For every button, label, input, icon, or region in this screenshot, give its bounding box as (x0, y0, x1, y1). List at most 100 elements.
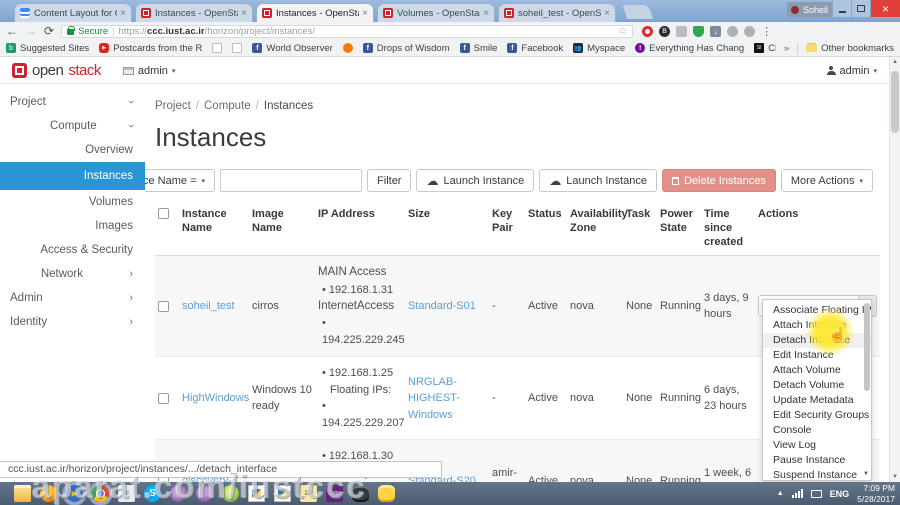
sidebar-item-compute[interactable]: Compute › (0, 114, 145, 138)
bookmark-item-2[interactable] (212, 43, 223, 53)
python-file-2-icon[interactable] (274, 485, 291, 502)
python-file-1-icon[interactable] (248, 485, 265, 502)
opera-icon[interactable] (642, 25, 654, 37)
sidebar-item-access-security[interactable]: Access & Security (0, 238, 145, 262)
bookmark-item-11[interactable]: Click the squares to n (754, 43, 776, 54)
scrollbar-thumb[interactable] (891, 71, 899, 133)
sidebar-item-network[interactable]: Network › (0, 262, 145, 286)
close-tab-icon[interactable]: × (362, 8, 368, 19)
netscan-icon[interactable] (118, 485, 135, 502)
maximize-button[interactable] (851, 0, 870, 17)
chrome-icon[interactable] (92, 485, 109, 502)
skype-icon[interactable] (144, 485, 161, 502)
language-indicator[interactable]: ENG (830, 489, 850, 499)
download-manager-icon[interactable] (710, 25, 722, 37)
bookmark-item-5[interactable] (342, 43, 353, 53)
more-actions-button[interactable]: More Actions ▾ (780, 169, 873, 192)
shield-icon[interactable] (693, 25, 705, 37)
new-tab-button[interactable] (622, 5, 654, 19)
menu-item-pause-instance[interactable]: Pause Instance (763, 453, 871, 468)
menu-item-view-log[interactable]: View Log (763, 438, 871, 453)
sidebar-item-identity[interactable]: Identity › (0, 310, 145, 334)
openstack-logo[interactable]: open stack (12, 62, 101, 79)
size-link[interactable]: Standard-S01 (408, 300, 476, 312)
screenshot-icon[interactable] (676, 25, 688, 37)
tab-4[interactable]: soheil_test - OpenStack× (498, 3, 616, 22)
purple-app-1-icon[interactable] (170, 485, 187, 502)
row-checkbox[interactable] (158, 300, 169, 312)
bookmark-item-6[interactable]: Drops of Wisdom (362, 43, 450, 54)
sidebar-item-project[interactable]: Project › (0, 90, 145, 114)
filter-input[interactable] (220, 169, 363, 192)
select-all-checkbox[interactable] (158, 208, 169, 219)
menu-item-console[interactable]: Console (763, 423, 871, 438)
tab-2[interactable]: Instances - OpenStack D× (256, 3, 374, 22)
firefox-icon[interactable] (40, 485, 57, 502)
bookmark-item-7[interactable]: Smile (459, 43, 497, 54)
back-icon[interactable]: ← (6, 25, 18, 37)
scroll-up-icon[interactable]: ▲ (890, 59, 900, 65)
bookmark-item-1[interactable]: Postcards from the R (99, 43, 202, 54)
clock[interactable]: 7:09 PM 5/28/2017 (857, 483, 895, 503)
minimize-button[interactable] (832, 0, 851, 17)
database-icon[interactable] (352, 485, 369, 502)
bookmark-item-10[interactable]: Everything Has Chang (635, 43, 744, 54)
breadcrumb-project[interactable]: Project (155, 100, 191, 112)
visual-studio-icon[interactable] (326, 485, 343, 502)
tab-0[interactable]: Content Layout for CCC× (14, 3, 132, 22)
file-explorer-icon[interactable] (14, 485, 31, 502)
bookmark-item-8[interactable]: Facebook (507, 43, 563, 54)
breadcrumb-compute[interactable]: Compute (204, 100, 251, 112)
delete-instances-button[interactable]: Delete Instances (661, 169, 776, 192)
filter-field-dropdown[interactable]: Instance Name = ▾ (145, 169, 216, 192)
scroll-down-icon[interactable]: ▼ (890, 474, 900, 480)
page-scrollbar[interactable]: ▲ ▼ (889, 57, 900, 482)
sidebar-item-images[interactable]: Images (0, 214, 145, 238)
project-selector[interactable]: admin ▾ (122, 65, 175, 77)
mail-search-icon[interactable] (300, 485, 317, 502)
browser-profile-button[interactable]: Soheil (786, 2, 836, 17)
sidebar-item-admin[interactable]: Admin › (0, 286, 145, 310)
close-button[interactable]: × (870, 0, 900, 17)
close-tab-icon[interactable]: × (604, 8, 610, 19)
adblock-icon[interactable]: B (659, 25, 671, 37)
menu-item-detach-volume[interactable]: Detach Volume (763, 378, 871, 393)
forward-icon[interactable]: → (25, 25, 37, 37)
close-tab-icon[interactable]: × (120, 8, 126, 19)
purple-app-2-icon[interactable] (196, 485, 213, 502)
launch-instance-button-2[interactable]: ☁ Launch Instance (539, 169, 657, 192)
close-tab-icon[interactable]: × (483, 8, 489, 19)
tab-1[interactable]: Instances - OpenStack D× (135, 3, 253, 22)
network-signal-icon[interactable] (791, 489, 803, 498)
menu-item-suspend-instance[interactable]: Suspend Instance (763, 468, 871, 480)
address-bar[interactable]: Secure | https://ccc.iust.ac.ir/horizon/… (61, 24, 634, 38)
sidebar-item-instances[interactable]: Instances (0, 162, 145, 190)
close-tab-icon[interactable]: × (241, 8, 247, 19)
tray-expand-icon[interactable]: ▲ (777, 490, 784, 497)
row-checkbox[interactable] (158, 392, 169, 404)
keyboard-icon[interactable] (810, 489, 822, 498)
other-bookmarks-button[interactable]: Other bookmarks (797, 42, 894, 54)
tab-3[interactable]: Volumes - OpenStack Da× (377, 3, 495, 22)
menu-item-attach-volume[interactable]: Attach Volume (763, 363, 871, 378)
filter-button[interactable]: Filter (367, 169, 412, 192)
bookmarks-overflow-icon[interactable]: » (784, 43, 789, 54)
instance-name-link[interactable]: HighWindows (182, 392, 249, 404)
sidebar-item-volumes[interactable]: Volumes (0, 190, 145, 214)
media-player-icon[interactable] (66, 485, 83, 502)
menu-item-edit-security-groups[interactable]: Edit Security Groups (763, 408, 871, 423)
user-menu[interactable]: admin ▾ (826, 65, 877, 77)
menu-item-update-metadata[interactable]: Update Metadata (763, 393, 871, 408)
yellow-notes-icon[interactable] (378, 485, 395, 502)
bookmark-item-0[interactable]: Suggested Sites (6, 43, 89, 54)
instance-name-link[interactable]: soheil_test (182, 300, 235, 312)
menu-scroll-down-icon[interactable]: ▼ (862, 469, 870, 479)
sidebar-item-overview[interactable]: Overview (0, 138, 145, 162)
bookmark-item-3[interactable] (232, 43, 243, 53)
location-pin-icon[interactable] (744, 25, 756, 37)
globe-icon[interactable] (727, 25, 739, 37)
launch-instance-button[interactable]: ☁ Launch Instance (416, 169, 535, 192)
bookmark-item-4[interactable]: World Observer (252, 43, 333, 54)
browser-menu-icon[interactable]: ⋮ (761, 25, 772, 38)
bookmark-item-9[interactable]: Myspace (573, 43, 625, 54)
